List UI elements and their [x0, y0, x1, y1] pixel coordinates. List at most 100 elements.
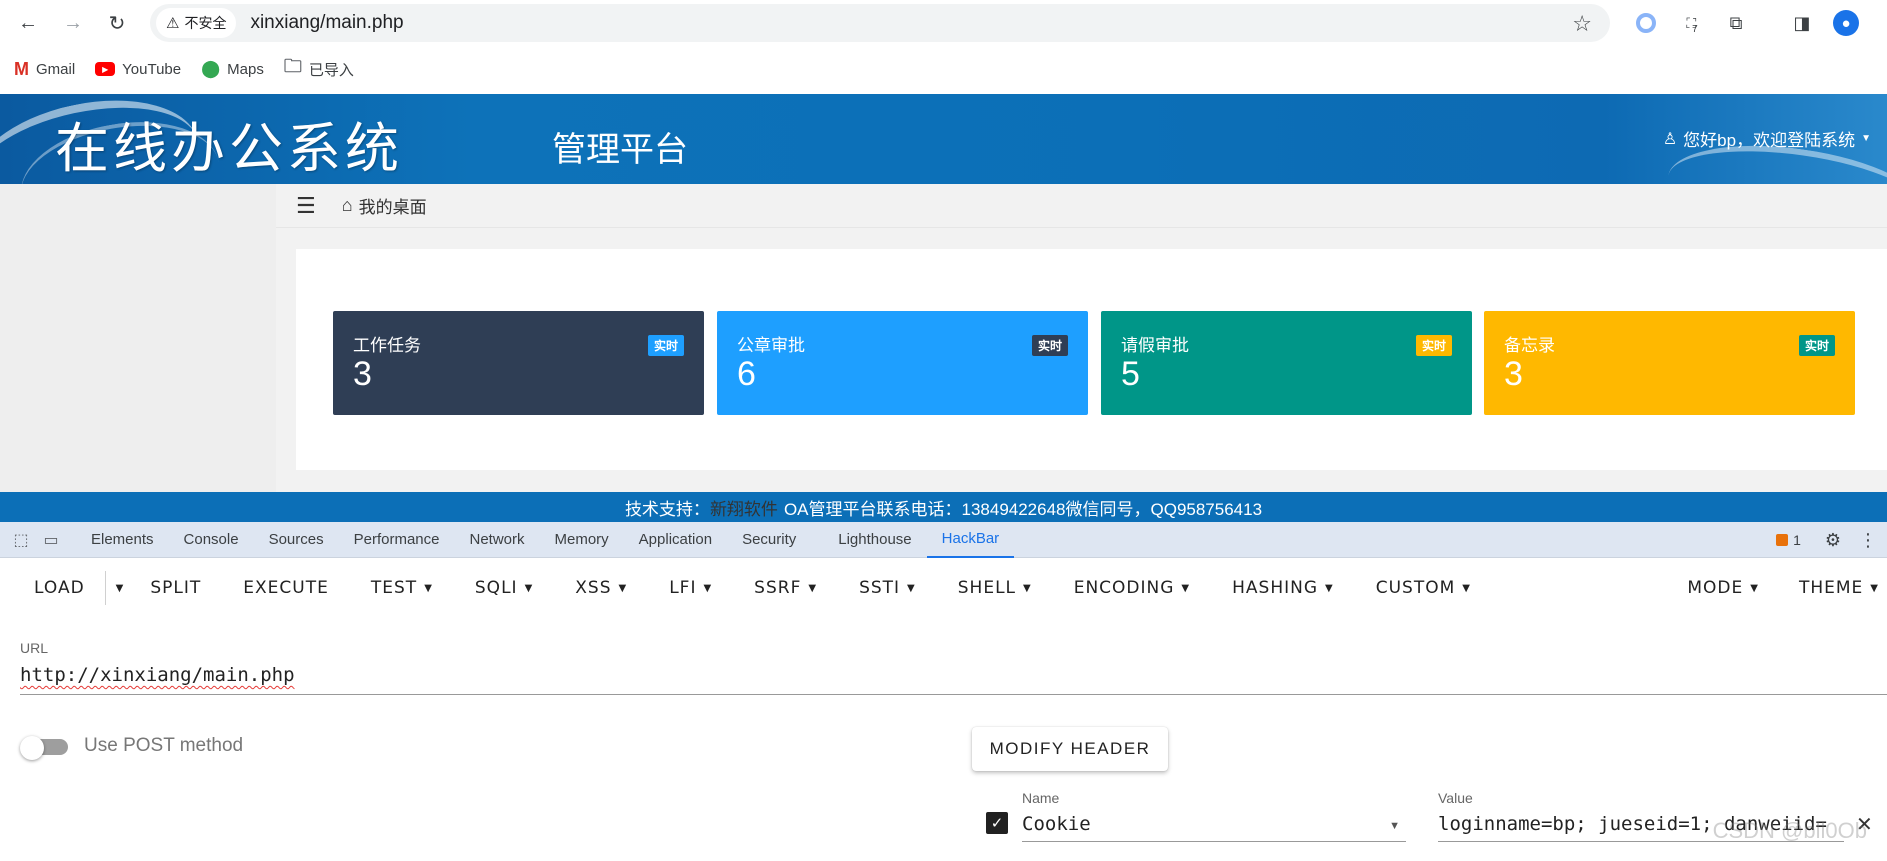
address-bar[interactable]: ⚠ 不安全 xinxiang/main.php ☆: [150, 4, 1610, 42]
issues-counter[interactable]: 1: [1776, 532, 1801, 548]
card-value: 6: [737, 355, 756, 393]
back-icon[interactable]: ←: [10, 5, 46, 41]
menu-label: SQLI: [474, 578, 518, 598]
security-chip[interactable]: ⚠ 不安全: [156, 8, 237, 38]
tab-hackbar[interactable]: HackBar: [926, 522, 1015, 558]
forward-icon[interactable]: →: [55, 5, 91, 41]
card-value: 5: [1121, 355, 1140, 393]
menu-lfi[interactable]: LFI ▼: [648, 578, 733, 598]
menu-label: LFI: [669, 578, 697, 598]
menu-label: HASHING: [1232, 578, 1319, 598]
tab-console[interactable]: Console: [169, 522, 254, 558]
menu-label: THEME: [1798, 578, 1864, 598]
tab-home-label: 我的桌面: [358, 198, 427, 217]
url-label: URL: [20, 640, 49, 656]
footer-support-bar: 技术支持： 新翔软件 OA管理平台联系电话：13849422648微信同号，QQ…: [0, 492, 1887, 522]
bookmark-gmail[interactable]: M Gmail: [14, 59, 75, 80]
caret-down-icon: ▼: [703, 582, 713, 594]
url-field: URL http://xinxiang/main.php: [20, 640, 1887, 695]
user-menu[interactable]: ♙ 您好bp，欢迎登陆系统 ▼: [1663, 126, 1871, 151]
load-dropdown-caret[interactable]: ▼: [106, 583, 135, 594]
extension-ring-icon[interactable]: [1632, 9, 1660, 37]
stat-card-seal-approval[interactable]: 公章审批 6 实时: [717, 311, 1088, 415]
menu-label: SSRF: [754, 578, 802, 598]
tab-home[interactable]: ⌂ 我的桌面: [342, 193, 427, 218]
menu-label: MODE: [1687, 578, 1744, 598]
side-panel-icon[interactable]: ◨: [1788, 9, 1816, 37]
bookmark-star-icon[interactable]: ☆: [1572, 11, 1592, 37]
inspect-element-icon[interactable]: ⬚: [6, 530, 36, 550]
person-icon: ●: [1833, 10, 1859, 36]
menu-mode[interactable]: MODE ▼: [1666, 578, 1781, 598]
card-badge: 实时: [1031, 335, 1068, 356]
split-button[interactable]: SPLIT: [134, 578, 222, 598]
bookmark-label: Maps: [227, 60, 264, 78]
header-name-select[interactable]: Cookie: [1022, 813, 1406, 842]
bookmarks-bar: M Gmail ▶ YouTube ⬤ Maps 🗀 已导入: [0, 52, 1887, 86]
menu-hashing[interactable]: HASHING ▼: [1211, 578, 1355, 598]
extensions-puzzle-icon[interactable]: ⧉: [1722, 9, 1750, 37]
settings-gear-icon[interactable]: ⚙: [1825, 530, 1841, 551]
page-tabbar: ☰ ⌂ 我的桌面: [276, 184, 1887, 228]
menu-theme[interactable]: THEME ▼: [1781, 578, 1887, 598]
menu-label: ENCODING: [1073, 578, 1175, 598]
issues-count: 1: [1793, 532, 1801, 548]
header-name-field: Name Cookie ▼: [1022, 790, 1406, 842]
bookmark-folder-imported[interactable]: 🗀 已导入: [284, 54, 354, 84]
menu-collapse-icon[interactable]: ☰: [296, 193, 316, 219]
caret-down-icon: ▼: [808, 582, 818, 594]
card-title: 工作任务: [353, 336, 421, 355]
bookmark-youtube[interactable]: ▶ YouTube: [95, 61, 181, 78]
menu-xss[interactable]: XSS ▼: [554, 578, 648, 598]
extension-badge: 7: [1692, 23, 1698, 35]
post-method-toggle[interactable]: Use POST method: [20, 735, 244, 760]
caret-down-icon: ▼: [1462, 582, 1471, 594]
device-toolbar-icon[interactable]: ▭: [36, 530, 66, 550]
footer-contact: OA管理平台联系电话：13849422648微信同号，QQ958756413: [783, 499, 1263, 519]
left-sidebar: [0, 184, 276, 492]
caret-down-icon[interactable]: ▼: [1389, 820, 1400, 832]
url-text[interactable]: xinxiang/main.php: [250, 12, 403, 34]
dashboard-panel: 工作任务 3 实时 公章审批 6 实时 请假审批 5 实时 备忘录 3 实时: [296, 249, 1887, 470]
menu-shell[interactable]: SHELL ▼: [937, 578, 1053, 598]
more-options-icon[interactable]: ⋮: [1859, 530, 1877, 551]
stat-card-memo[interactable]: 备忘录 3 实时: [1484, 311, 1855, 415]
tab-lighthouse[interactable]: Lighthouse: [823, 522, 926, 558]
load-button[interactable]: LOAD: [0, 578, 105, 598]
menu-encoding[interactable]: ENCODING ▼: [1053, 578, 1211, 598]
bookmark-maps[interactable]: ⬤ Maps: [201, 59, 264, 79]
tab-elements[interactable]: Elements: [76, 522, 169, 558]
tab-memory[interactable]: Memory: [540, 522, 624, 558]
tab-performance[interactable]: Performance: [339, 522, 455, 558]
tab-application[interactable]: Application: [624, 522, 727, 558]
stat-card-tasks[interactable]: 工作任务 3 实时: [333, 311, 704, 415]
profile-avatar[interactable]: ●: [1832, 9, 1860, 37]
header-name-label: Name: [1022, 790, 1060, 806]
tab-security[interactable]: Security: [727, 522, 811, 558]
menu-label: SHELL: [957, 578, 1017, 598]
card-value: 3: [1504, 355, 1523, 393]
caret-down-icon: ▼: [1181, 582, 1191, 594]
reload-icon[interactable]: ↻: [99, 5, 135, 41]
screenshot-extension-icon[interactable]: ⛶ 7: [1678, 9, 1706, 37]
toggle-switch[interactable]: [20, 736, 68, 760]
modify-header-button[interactable]: MODIFY HEADER: [972, 727, 1168, 771]
issue-icon: [1776, 534, 1789, 546]
menu-custom[interactable]: CUSTOM ▼: [1355, 578, 1492, 598]
stat-card-leave-approval[interactable]: 请假审批 5 实时: [1101, 311, 1472, 415]
menu-ssrf[interactable]: SSRF ▼: [733, 578, 838, 598]
menu-test[interactable]: TEST ▼: [350, 578, 454, 598]
url-input[interactable]: http://xinxiang/main.php: [20, 664, 1887, 695]
execute-button[interactable]: EXECUTE: [222, 578, 350, 598]
switch-thumb: [20, 736, 44, 760]
caret-down-icon: ▼: [907, 582, 916, 594]
gmail-icon: M: [14, 58, 29, 79]
tab-sources[interactable]: Sources: [254, 522, 339, 558]
menu-ssti[interactable]: SSTI ▼: [838, 578, 937, 598]
menu-sqli[interactable]: SQLI ▼: [454, 578, 554, 598]
card-value: 3: [353, 355, 372, 393]
bookmark-label: YouTube: [122, 60, 182, 78]
post-method-label: Use POST method: [84, 735, 244, 756]
header-enabled-checkbox[interactable]: ✓: [986, 812, 1008, 834]
tab-network[interactable]: Network: [454, 522, 539, 558]
